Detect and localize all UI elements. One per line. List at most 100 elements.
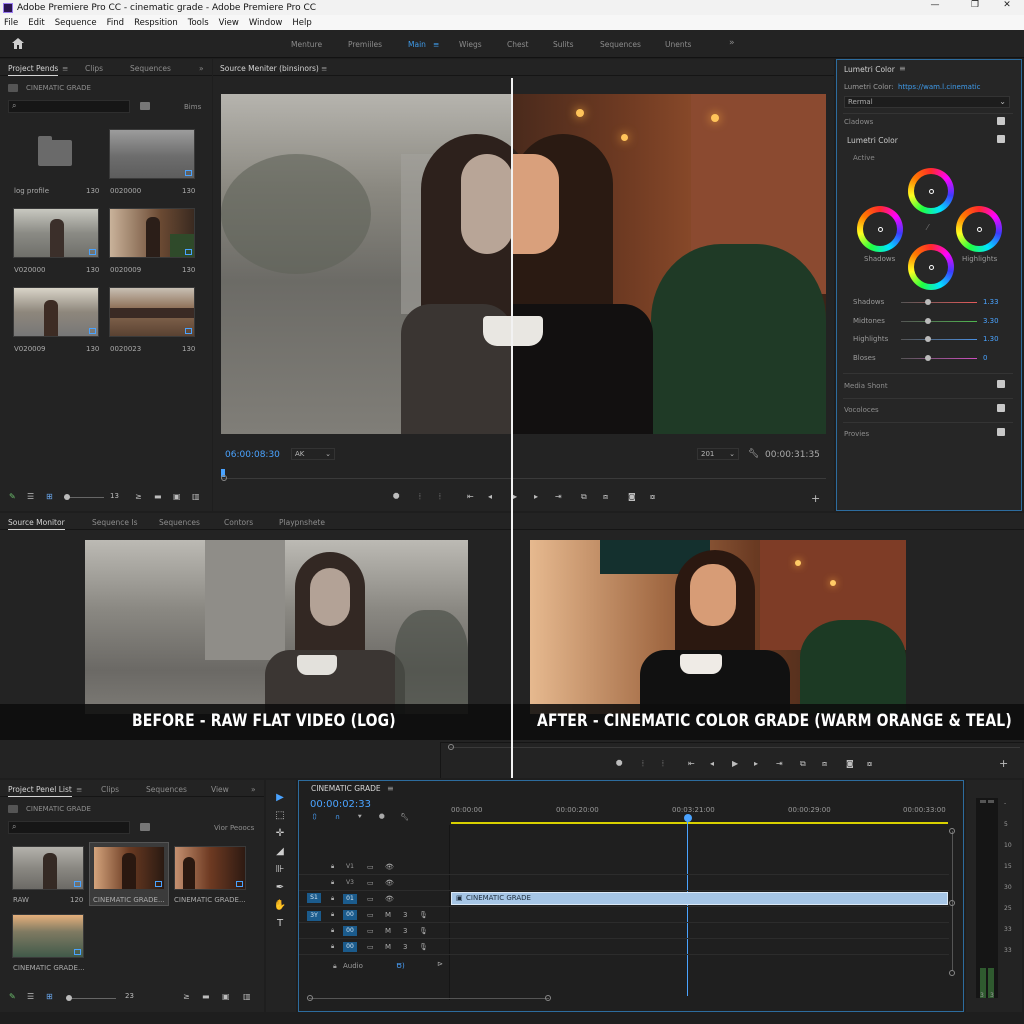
after-video-frame[interactable] <box>530 540 906 714</box>
write-pencil-icon[interactable]: ✎ <box>9 492 16 501</box>
source-patch-s1[interactable]: S1 <box>307 893 321 903</box>
camera-icon[interactable]: ◙ <box>628 492 636 501</box>
tab-sequences[interactable]: Sequences <box>146 785 187 794</box>
tone-slider-knob-1[interactable] <box>925 317 932 324</box>
linked-selection-icon[interactable]: ∩ <box>335 813 340 821</box>
media-checkbox[interactable] <box>997 380 1005 388</box>
workspace-sequences[interactable]: Sequences <box>600 40 641 49</box>
tab-project-pends[interactable]: Project Pends <box>8 64 59 76</box>
track-lock-icon[interactable]: 🔒︎ <box>331 911 334 919</box>
clip-thumbnail-2[interactable] <box>13 208 99 258</box>
fit-dropdown[interactable]: AK ⌄ <box>291 448 335 460</box>
tab-menu-icon[interactable]: ≡ <box>76 785 82 794</box>
slip-tool-icon[interactable]: ⊪ <box>272 864 288 878</box>
new-bin-bottom-icon[interactable]: ▬ <box>154 492 162 501</box>
zoom-slider[interactable] <box>66 998 116 999</box>
source-patch-3y[interactable]: 3Y <box>307 911 321 921</box>
go-to-out-icon[interactable]: ⇥ <box>555 492 562 501</box>
panel-overflow-icon[interactable]: » <box>251 785 256 794</box>
tab-source-meniter[interactable]: Source Meniter (binsinors) <box>220 64 319 75</box>
track-sync-icon[interactable]: ▭ <box>367 863 374 871</box>
tab-sequences[interactable]: Sequences <box>130 64 171 73</box>
ripple-edit-tool-icon[interactable]: ✛ <box>272 828 288 842</box>
track-target[interactable]: 00 <box>343 942 357 952</box>
program-scrubber-bar[interactable] <box>450 747 1020 748</box>
go-to-end-icon[interactable]: ⊳ <box>437 960 443 968</box>
hand-tool-icon[interactable]: ✋ <box>272 900 288 914</box>
track-sync-icon[interactable]: ▭ <box>367 895 374 903</box>
track-select-tool-icon[interactable]: ⬚ <box>272 810 288 824</box>
workspace-menu-icon[interactable]: ≡ <box>433 40 439 49</box>
source-video-frame[interactable] <box>221 94 826 434</box>
midtones-wheel-handle[interactable] <box>928 188 934 194</box>
audio-lock-icon[interactable]: 🔒︎ <box>333 962 337 971</box>
section-media-shont[interactable]: Media Shont <box>844 382 888 390</box>
marker-flag-icon[interactable]: ⯃ <box>379 813 385 822</box>
mark-out-icon[interactable]: ⦙ <box>439 492 441 502</box>
program-add-button-icon[interactable]: + <box>999 757 1008 770</box>
wrench-icon[interactable]: 🔧︎ <box>748 449 759 459</box>
tone-slider-3[interactable] <box>901 354 977 361</box>
search-input[interactable] <box>8 100 130 113</box>
section-provies[interactable]: Provies <box>844 430 869 438</box>
trash-icon[interactable]: ▥ <box>192 492 200 501</box>
new-bin-icon[interactable] <box>140 823 150 831</box>
provies-checkbox[interactable] <box>997 428 1005 436</box>
eye-icon[interactable]: 👁︎ <box>385 895 394 903</box>
clip-thumbnail-5[interactable] <box>109 287 195 337</box>
pen-tool-icon[interactable]: ✒ <box>272 882 288 896</box>
track-sync-icon[interactable]: ▭ <box>367 911 374 919</box>
timeline-tab[interactable]: CINEMATIC GRADE <box>311 784 381 793</box>
source-timecode[interactable]: 06:00:08:30 <box>225 450 280 460</box>
overwrite-icon[interactable]: ⧈ <box>603 492 608 502</box>
tone-slider-knob-2[interactable] <box>925 336 932 342</box>
workspace-main[interactable]: Main <box>408 40 426 49</box>
vscroll-mid-handle[interactable] <box>949 900 955 906</box>
tone-slider-2[interactable] <box>901 336 977 342</box>
solo-button[interactable]: 3 <box>403 911 407 919</box>
program-extract-icon[interactable]: ⧈ <box>822 759 827 769</box>
track-sync-icon[interactable]: ▭ <box>367 927 374 935</box>
slider-value-1[interactable]: 3.30 <box>983 317 999 325</box>
menu-find[interactable]: Find <box>107 18 124 28</box>
mute-button[interactable]: M <box>385 943 391 951</box>
clip-thumbnail-4[interactable] <box>13 287 99 337</box>
insert-icon[interactable]: ⧉ <box>581 492 587 502</box>
slider-value-2[interactable]: 1.30 <box>983 335 999 343</box>
tone-slider-0[interactable] <box>901 299 977 305</box>
horizontal-scrollbar[interactable] <box>309 998 549 999</box>
source-scrubber-bar[interactable] <box>221 478 826 479</box>
slider-value-3[interactable]: 0 <box>983 354 987 362</box>
timeline-settings-icon[interactable]: 🔧︎ <box>400 813 409 821</box>
timeline-timecode[interactable]: 00:00:02:33 <box>310 799 371 810</box>
sort-icon[interactable]: ≥ <box>183 992 190 1001</box>
workspace-unents[interactable]: Unents <box>665 40 691 49</box>
preset-dropdown[interactable]: Rermal ⌄ <box>844 96 1010 108</box>
tab-contors[interactable]: Contors <box>224 518 253 527</box>
menu-tools[interactable]: Tools <box>188 18 209 28</box>
list-thumbnail-3[interactable] <box>12 914 84 958</box>
new-item-icon[interactable]: ▣ <box>173 492 181 501</box>
playhead-handle[interactable] <box>684 814 692 822</box>
vscroll-top-handle[interactable] <box>949 828 955 834</box>
vscroll-bottom-handle[interactable] <box>949 970 955 976</box>
midtones-color-wheel[interactable] <box>908 168 954 214</box>
new-item-icon[interactable]: ▣ <box>222 992 230 1001</box>
tab-sequences[interactable]: Sequences <box>159 518 200 527</box>
global-color-wheel[interactable] <box>908 244 954 290</box>
shadows-wheel-handle[interactable] <box>877 226 883 232</box>
highlights-wheel-handle[interactable] <box>976 226 982 232</box>
section-cladows[interactable]: Cladows <box>844 118 873 126</box>
workspace-wiegs[interactable]: Wiegs <box>459 40 482 49</box>
maximize-button[interactable]: ❐ <box>962 0 988 10</box>
tab-sequence-is[interactable]: Sequence Is <box>92 518 138 527</box>
home-icon[interactable] <box>12 38 24 49</box>
tab-clips[interactable]: Clips <box>101 785 119 794</box>
menu-file[interactable]: File <box>4 18 18 28</box>
tab-menu-icon[interactable]: ≡ <box>62 64 68 73</box>
razor-tool-icon[interactable]: ◢ <box>272 846 288 860</box>
eye-icon[interactable]: 👁︎ <box>385 863 394 871</box>
scroll-end-handle[interactable] <box>545 995 551 1001</box>
step-forward-icon[interactable]: ▸ <box>534 492 538 501</box>
program-go-to-out-icon[interactable]: ⇥ <box>776 759 783 768</box>
